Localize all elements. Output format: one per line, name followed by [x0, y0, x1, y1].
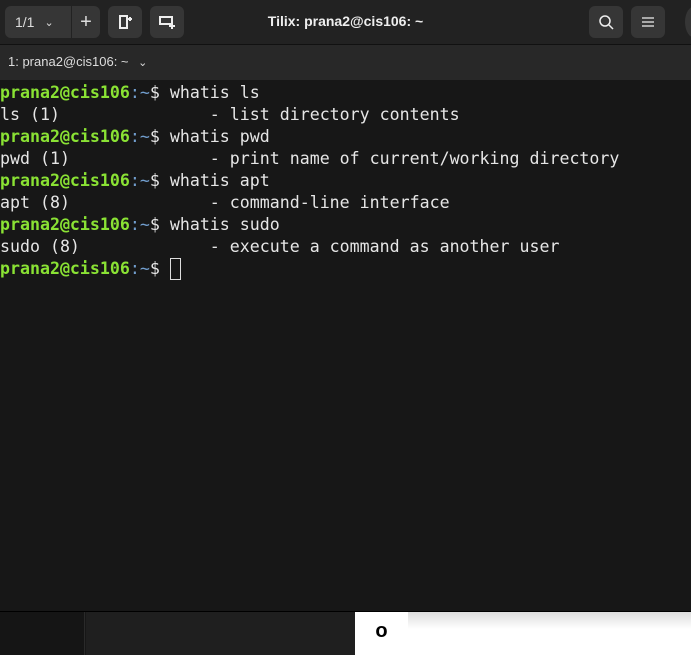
- terminal-tab[interactable]: 1: prana2@cis106: ~ ⌄: [0, 45, 691, 80]
- split-vertical-icon: [119, 15, 132, 29]
- add-session-button[interactable]: +: [72, 6, 100, 38]
- prompt-symbol: $: [149, 259, 170, 278]
- search-button[interactable]: [589, 6, 623, 38]
- terminal-output[interactable]: prana2@cis106:~$ whatis ls ls (1) - list …: [0, 82, 691, 611]
- plus-icon: +: [80, 10, 92, 33]
- prompt-path: :~: [129, 259, 150, 278]
- command-output: pwd (1) - print name of current/working …: [0, 149, 620, 168]
- prompt-path: :~: [129, 215, 150, 234]
- chevron-down-icon: ⌄: [138, 57, 148, 69]
- prompt-user: prana2@cis106: [0, 171, 130, 190]
- prompt-symbol: $: [149, 83, 170, 102]
- window-title: Tilix: prana2@cis106: ~: [267, 13, 424, 29]
- chevron-down-icon: ⌄: [44, 16, 54, 29]
- taskbar: o: [0, 611, 691, 655]
- prompt-symbol: $: [149, 127, 170, 146]
- menu-button[interactable]: [631, 6, 665, 38]
- hamburger-menu-icon: [642, 17, 654, 27]
- prompt-user: prana2@cis106: [0, 127, 130, 146]
- split-right-button[interactable]: [108, 6, 142, 38]
- split-down-button[interactable]: [150, 6, 184, 38]
- prompt-line: prana2@cis106:~$ whatis ls: [0, 82, 691, 104]
- taskbar-item[interactable]: o: [355, 612, 408, 655]
- tab-label: 1: prana2@cis106: ~: [8, 54, 129, 69]
- command: whatis sudo: [169, 215, 280, 234]
- taskbar-segment: [0, 612, 85, 655]
- prompt-path: :~: [129, 171, 150, 190]
- command-output: apt (8) - command-line interface: [0, 193, 450, 212]
- prompt-line: prana2@cis106:~$ whatis sudo: [0, 214, 691, 236]
- session-counter: 1/1: [15, 14, 35, 30]
- prompt-line: prana2@cis106:~$ whatis pwd: [0, 126, 691, 148]
- prompt-user: prana2@cis106: [0, 83, 130, 102]
- command: whatis ls: [169, 83, 260, 102]
- prompt-user: prana2@cis106: [0, 215, 130, 234]
- prompt-line: prana2@cis106:~$ whatis apt: [0, 170, 691, 192]
- header-bar: 1/1 ⌄ + Tilix: prana2@cis106: ~: [0, 0, 691, 45]
- command: whatis pwd: [169, 127, 270, 146]
- command-output: sudo (8) - execute a command as another …: [0, 237, 560, 256]
- command: whatis apt: [169, 171, 270, 190]
- prompt-path: :~: [129, 83, 150, 102]
- taskbar-segment: [86, 612, 355, 655]
- prompt-path: :~: [129, 127, 150, 146]
- search-icon: [599, 15, 614, 30]
- prompt-symbol: $: [149, 215, 170, 234]
- session-switcher[interactable]: 1/1 ⌄: [5, 6, 71, 38]
- prompt-user: prana2@cis106: [0, 259, 130, 278]
- prompt-symbol: $: [149, 171, 170, 190]
- split-horizontal-icon: [159, 16, 175, 29]
- taskbar-segment: [408, 612, 691, 655]
- cursor: [169, 258, 181, 280]
- window-control-button[interactable]: [685, 6, 691, 38]
- prompt-line: prana2@cis106:~$: [0, 258, 691, 280]
- command-output: ls (1) - list directory contents: [0, 105, 460, 124]
